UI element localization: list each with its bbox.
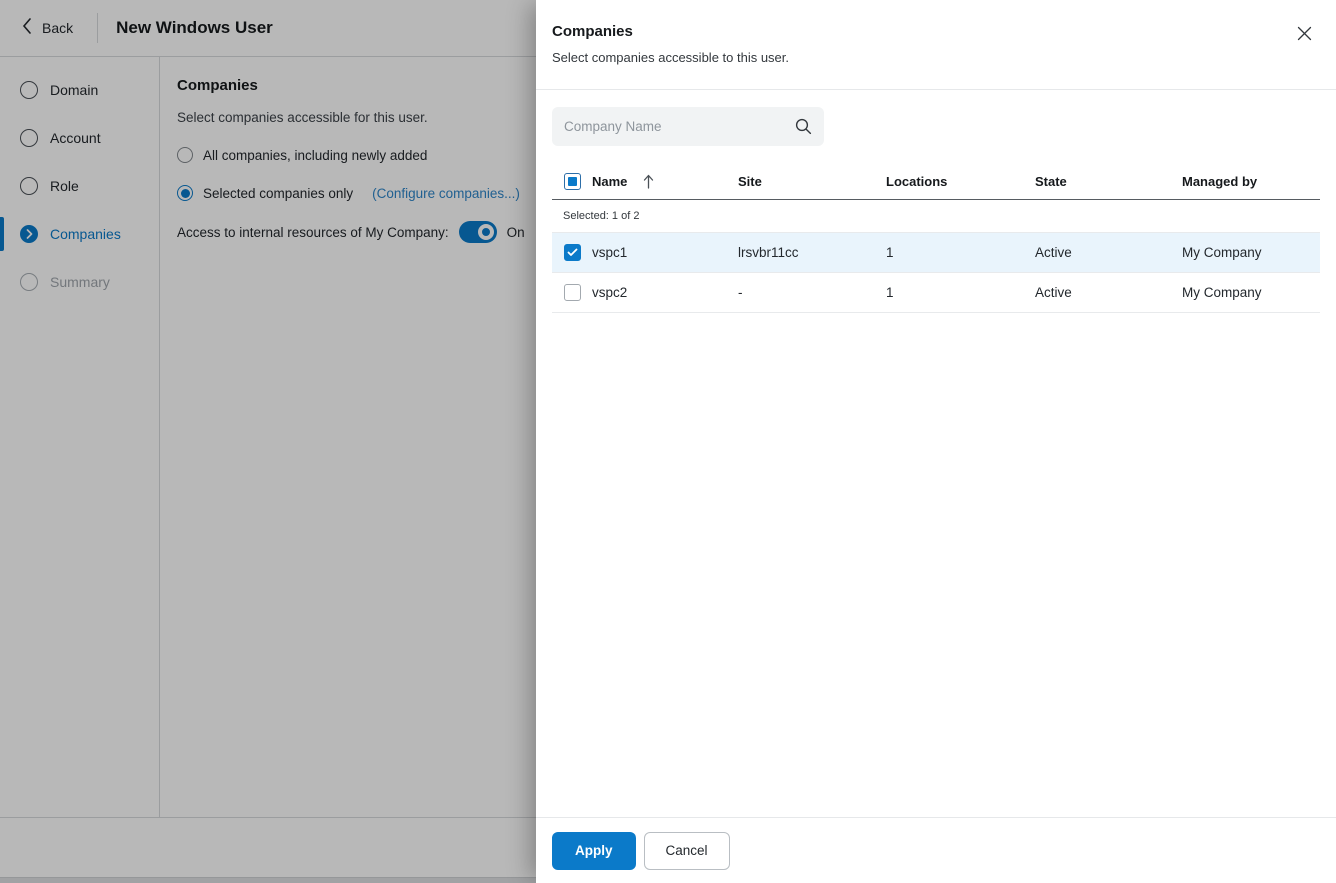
row-checkbox-unchecked[interactable]	[564, 284, 581, 301]
cell-managed-by: My Company	[1182, 285, 1320, 300]
row-checkbox-checked[interactable]	[564, 244, 581, 261]
cell-site: -	[738, 285, 886, 300]
column-header-managed-by[interactable]: Managed by	[1182, 174, 1320, 189]
cell-name: vspc1	[592, 245, 738, 260]
cell-site: lrsvbr11cc	[738, 245, 886, 260]
cell-name: vspc2	[592, 285, 738, 300]
cell-locations: 1	[886, 245, 1035, 260]
table-row[interactable]: vspc2 - 1 Active My Company	[552, 273, 1320, 313]
panel-title: Companies	[552, 23, 1320, 40]
sort-ascending-icon[interactable]	[643, 174, 654, 189]
column-header-state[interactable]: State	[1035, 174, 1182, 189]
column-header-site[interactable]: Site	[738, 174, 886, 189]
cell-state: Active	[1035, 245, 1182, 260]
app-window: Back New Windows User Domain Account	[0, 0, 1336, 883]
indeterminate-mark-icon	[568, 177, 577, 186]
companies-table: Name Site Locations State Managed by Sel…	[552, 163, 1320, 313]
panel-subtitle: Select companies accessible to this user…	[552, 50, 1320, 65]
cancel-button[interactable]: Cancel	[644, 832, 730, 870]
close-icon[interactable]	[1295, 24, 1313, 42]
company-search	[552, 107, 824, 146]
select-all-checkbox[interactable]	[564, 173, 581, 190]
apply-button[interactable]: Apply	[552, 832, 636, 870]
search-input[interactable]	[552, 107, 824, 146]
panel-footer: Apply Cancel	[536, 817, 1336, 883]
search-icon[interactable]	[795, 118, 812, 140]
selection-summary-row: Selected: 1 of 2	[552, 200, 1320, 233]
cell-state: Active	[1035, 285, 1182, 300]
table-row[interactable]: vspc1 lrsvbr11cc 1 Active My Company	[552, 233, 1320, 273]
cell-managed-by: My Company	[1182, 245, 1320, 260]
cell-locations: 1	[886, 285, 1035, 300]
table-header-row: Name Site Locations State Managed by	[552, 163, 1320, 200]
column-header-locations[interactable]: Locations	[886, 174, 1035, 189]
companies-panel: Companies Select companies accessible to…	[536, 0, 1336, 883]
selection-summary: Selected: 1 of 2	[552, 210, 639, 222]
panel-header: Companies Select companies accessible to…	[536, 0, 1336, 90]
column-header-name[interactable]: Name	[592, 174, 627, 189]
